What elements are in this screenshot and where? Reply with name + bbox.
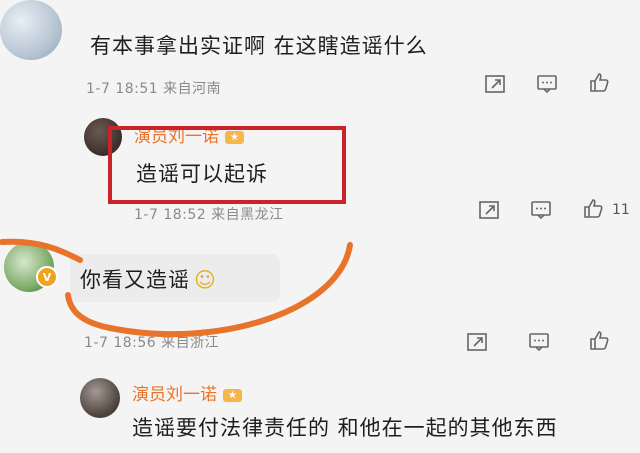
avatar[interactable] [0,0,62,60]
comment-icon[interactable] [530,200,552,220]
verified-badge: ★ [223,388,242,402]
like-icon[interactable] [588,330,610,350]
comment-text: 你看又造谣 ☺ [80,264,217,294]
comment-meta: 1-7 18:56 来自浙江 [84,335,220,351]
comment-text-label: 你看又造谣 [80,268,190,292]
comment-text: 造谣要付法律责任的 和他在一起的其他东西 [132,416,558,440]
vip-badge-icon: V [36,266,58,288]
highlight-box [108,126,346,204]
like-icon[interactable] [582,198,604,218]
share-icon[interactable] [466,332,488,352]
share-icon[interactable] [478,200,500,220]
like-icon[interactable] [588,72,610,92]
comment-text: 有本事拿出实证啊 在这瞎造谣什么 [90,34,428,58]
smile-emoji-icon: ☺ [194,268,217,292]
comment-icon[interactable] [528,332,550,352]
share-icon[interactable] [484,74,506,94]
like-count: 11 [612,202,630,218]
commenter-name-label: 演员刘一诺 [132,385,217,405]
avatar[interactable] [80,378,120,418]
comment-meta: 1-7 18:51 来自河南 [86,81,222,97]
comment-meta: 1-7 18:52 来自黑龙江 [134,207,284,223]
comment-icon[interactable] [536,74,558,94]
commenter-name[interactable]: 演员刘一诺 ★ [132,380,242,405]
